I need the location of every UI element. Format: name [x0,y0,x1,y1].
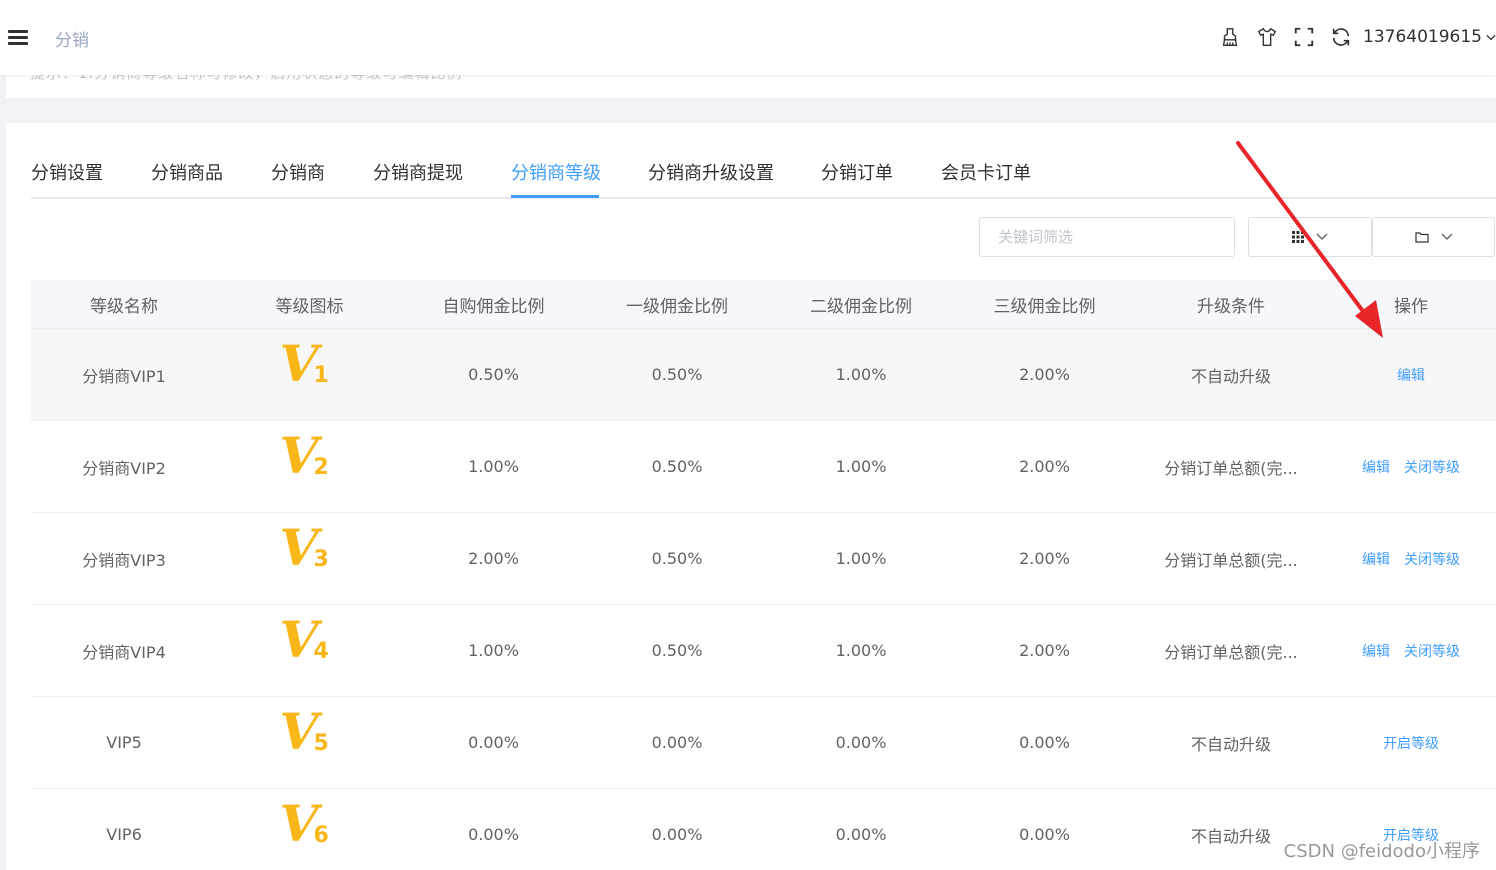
table-row: 分销商VIP1 V1 0.50% 0.50% 1.00% 2.00% 不自动升级… [31,329,1496,421]
level-name: 分销商VIP2 [82,458,166,478]
close-level-link[interactable]: 关闭等级 [1404,549,1460,569]
level2-commission: 1.00% [835,641,887,660]
chevron-down-icon[interactable] [1486,25,1496,49]
level-name: VIP5 [106,733,142,752]
level2-commission: 1.00% [835,457,887,476]
level-name: 分销商VIP1 [82,366,166,386]
col-header: 等级图标 [275,296,344,317]
main-card: 分销设置 分销商品 分销商 分销商提现 分销商等级 分销商升级设置 分销订单 会… [6,123,1496,870]
chevron-down-icon [1316,233,1328,240]
level-table: 等级名称 等级图标 自购佣金比例 一级佣金比例 二级佣金比例 三级佣金比例 升级… [31,280,1496,870]
close-level-link[interactable]: 关闭等级 [1404,457,1460,477]
col-header: 三级佣金比例 [993,296,1096,317]
table-row: VIP6 V6 0.00% 0.00% 0.00% 0.00% 不自动升级 开启… [31,789,1496,870]
level-name: 分销商VIP4 [82,642,166,662]
tab-distribution-settings[interactable]: 分销设置 [31,159,103,197]
fullscreen-icon[interactable] [1292,25,1316,49]
table-row: VIP5 V5 0.00% 0.00% 0.00% 0.00% 不自动升级 开启… [31,697,1496,789]
level1-commission: 0.00% [651,733,703,752]
table-row: 分销商VIP4 V4 1.00% 0.50% 1.00% 2.00% 分销订单总… [31,605,1496,697]
user-phone[interactable]: 13764019615 [1363,27,1482,47]
vip-badge-icon: V2 [279,425,329,485]
self-commission: 1.00% [468,641,519,660]
open-level-link[interactable]: 开启等级 [1383,733,1439,753]
self-commission: 0.00% [468,825,519,844]
level1-commission: 0.00% [651,825,703,844]
level3-commission: 2.00% [1019,641,1070,660]
level3-commission: 2.00% [1019,365,1070,384]
tab-distributors[interactable]: 分销商 [271,159,325,197]
col-header: 升级条件 [1197,296,1265,317]
level-name: VIP6 [106,825,142,844]
col-header: 操作 [1394,296,1428,317]
upgrade-condition: 分销订单总额(完... [1164,642,1298,662]
export-button[interactable] [1372,217,1495,257]
tab-member-card-orders[interactable]: 会员卡订单 [941,159,1031,197]
active-tab-indicator [511,195,599,198]
edit-link[interactable]: 编辑 [1397,365,1425,385]
level1-commission: 0.50% [651,549,703,568]
edit-link[interactable]: 编辑 [1362,549,1390,569]
level3-commission: 0.00% [1019,825,1070,844]
upgrade-condition: 分销订单总额(完... [1164,458,1298,478]
level1-commission: 0.50% [651,365,703,384]
close-level-link[interactable]: 关闭等级 [1404,641,1460,661]
tab-distribution-orders[interactable]: 分销订单 [821,159,893,197]
tshirt-icon[interactable] [1255,25,1279,49]
level2-commission: 1.00% [835,365,887,384]
brush-icon[interactable] [1218,25,1242,49]
menu-toggle-icon[interactable] [8,28,28,46]
level3-commission: 2.00% [1019,457,1070,476]
self-commission: 0.00% [468,733,519,752]
level3-commission: 0.00% [1019,733,1070,752]
upgrade-condition: 不自动升级 [1190,366,1271,386]
level2-commission: 0.00% [835,825,887,844]
chevron-down-icon [1441,233,1452,240]
col-header: 等级名称 [90,296,158,317]
tab-distributor-levels[interactable]: 分销商等级 [511,159,601,197]
table-header: 等级名称 等级图标 自购佣金比例 一级佣金比例 二级佣金比例 三级佣金比例 升级… [31,280,1496,329]
vip-badge-icon: V1 [279,333,329,393]
refresh-icon[interactable] [1329,25,1353,49]
level1-commission: 0.50% [651,641,703,660]
vip-badge-icon: V4 [279,609,329,669]
tab-upgrade-settings[interactable]: 分销商升级设置 [648,159,774,197]
keyword-filter-input[interactable] [979,217,1235,257]
breadcrumb: 分销 [55,31,89,51]
col-header: 一级佣金比例 [626,296,728,317]
edit-link[interactable]: 编辑 [1362,641,1390,661]
self-commission: 2.00% [468,549,519,568]
level-name: 分销商VIP3 [82,550,166,570]
vip-badge-icon: V3 [279,517,329,577]
table-row: 分销商VIP3 V3 2.00% 0.50% 1.00% 2.00% 分销订单总… [31,513,1496,605]
level3-commission: 2.00% [1019,549,1070,568]
top-header: 分销 13764019615 [0,0,1496,75]
watermark: CSDN @feidodo小程序 [1283,841,1480,862]
level1-commission: 0.50% [651,457,703,476]
level2-commission: 0.00% [835,733,887,752]
upgrade-condition: 分销订单总额(完... [1164,550,1298,570]
vip-badge-icon: V5 [279,701,329,761]
col-header: 二级佣金比例 [810,296,912,317]
table-row: 分销商VIP2 V2 1.00% 0.50% 1.00% 2.00% 分销订单总… [31,421,1496,513]
folder-icon [1414,232,1429,243]
grid-icon [1292,231,1304,243]
edit-link[interactable]: 编辑 [1362,457,1390,477]
level2-commission: 1.00% [835,549,887,568]
tab-distribution-goods[interactable]: 分销商品 [151,159,223,197]
self-commission: 1.00% [468,457,519,476]
self-commission: 0.50% [468,365,519,384]
tab-distributor-withdraw[interactable]: 分销商提现 [373,159,463,197]
tab-bar: 分销设置 分销商品 分销商 分销商提现 分销商等级 分销商升级设置 分销订单 会… [31,159,1496,199]
col-header: 自购佣金比例 [442,296,545,317]
vip-badge-icon: V6 [279,793,329,853]
upgrade-condition: 不自动升级 [1190,734,1271,754]
column-toggle-button[interactable] [1248,217,1372,257]
